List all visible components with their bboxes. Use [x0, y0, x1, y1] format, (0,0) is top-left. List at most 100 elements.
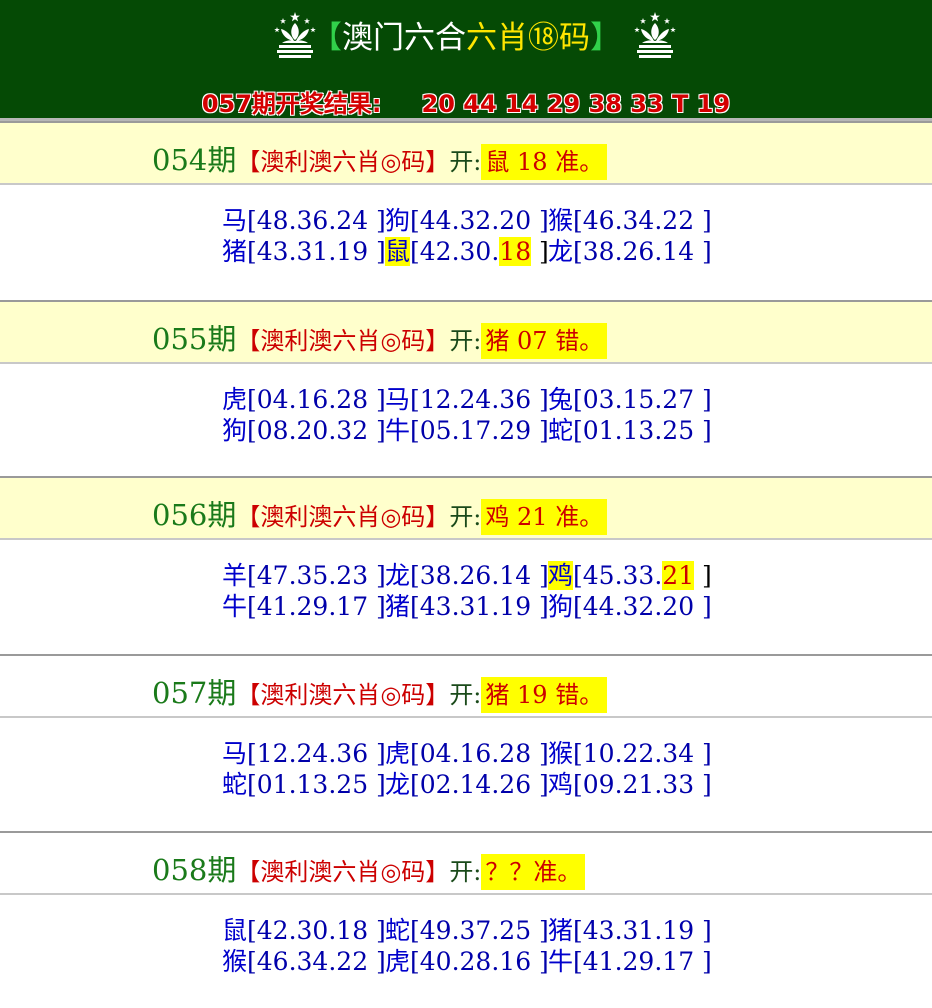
prediction-cell: 蛇[49.37.25 ] [385, 915, 549, 946]
zodiac-name: 兔 [548, 385, 574, 414]
zodiac-name: 猪 [222, 237, 248, 266]
zodiac-numbers: [01.13.25 ] [247, 770, 386, 799]
zodiac-name: 鼠 [385, 237, 411, 266]
zodiac-name: 马 [222, 739, 248, 768]
zodiac-name: 羊 [222, 561, 248, 590]
prediction-cell: 马[12.24.36 ] [222, 738, 386, 769]
zodiac-numbers: [43.31.19 ] [573, 916, 712, 945]
prediction-row: 蛇[01.13.25 ]龙[02.14.26 ]鸡[09.21.33 ] [222, 769, 712, 800]
zodiac-numbers: [40.28.16 ] [410, 947, 549, 976]
prediction-row: 猴[46.34.22 ]虎[40.28.16 ]牛[41.29.17 ] [222, 946, 712, 977]
period-header: 056期【澳利澳六肖◎码】开: 鸡 21 准。 [0, 476, 932, 540]
result-numbers: 20 44 14 29 38 33 T 19 [421, 90, 731, 118]
zodiac-numbers: [12.24.36 ] [247, 739, 386, 768]
prediction-cell: 龙[02.14.26 ] [385, 769, 549, 800]
page-header: 【澳门六合六肖⑱码】 057期开奖结果: 20 44 14 29 38 33 T … [0, 0, 932, 121]
zodiac-name: 龙 [385, 770, 411, 799]
title-left-bracket: 【 [311, 20, 342, 56]
period-header: 055期【澳利澳六肖◎码】开: 猪 07 错。 [0, 300, 932, 364]
period-open-label: 开: [449, 681, 482, 709]
zodiac-name: 猪 [385, 592, 411, 621]
period-header: 058期【澳利澳六肖◎码】开: ？？准。 [0, 831, 932, 895]
period-title: 057期【澳利澳六肖◎码】开: 猪 19 错。 [152, 670, 608, 713]
zodiac-name: 狗 [385, 206, 411, 235]
zodiac-numbers: [44.32.20 ] [410, 206, 549, 235]
zodiac-name: 猴 [548, 739, 574, 768]
prediction-cell: 牛[05.17.29 ] [385, 415, 549, 446]
prediction-cell: 鼠[42.30.18 ] [385, 236, 549, 267]
prediction-cell: 鼠[42.30.18 ] [222, 915, 386, 946]
zodiac-numbers: [08.20.32 ] [247, 416, 386, 445]
period-title: 056期【澳利澳六肖◎码】开: 鸡 21 准。 [152, 492, 608, 535]
period-title: 054期【澳利澳六肖◎码】开: 鼠 18 准。 [152, 137, 608, 180]
zodiac-numbers: [45.33. [573, 561, 663, 590]
prediction-cell: 龙[38.26.14 ] [548, 236, 712, 267]
zodiac-numbers: [05.17.29 ] [410, 416, 549, 445]
prediction-cell: 兔[03.15.27 ] [548, 384, 712, 415]
zodiac-numbers: [02.14.26 ] [410, 770, 549, 799]
prediction-grid: 虎[04.16.28 ]马[12.24.36 ]兔[03.15.27 ] 狗[08… [222, 384, 712, 446]
prediction-row: 马[12.24.36 ]虎[04.16.28 ]猴[10.22.34 ] [222, 738, 712, 769]
prediction-grid: 鼠[42.30.18 ]蛇[49.37.25 ]猪[43.31.19 ] 猴[46… [222, 915, 712, 977]
zodiac-name: 猴 [222, 947, 248, 976]
zodiac-name: 猪 [548, 916, 574, 945]
zodiac-name: 牛 [385, 416, 411, 445]
hit-number: 18 [499, 237, 532, 266]
prediction-cell: 牛[41.29.17 ] [222, 591, 386, 622]
page-title: 【澳门六合六肖⑱码】 [0, 12, 932, 57]
zodiac-name: 鸡 [548, 770, 574, 799]
zodiac-name: 猴 [548, 206, 574, 235]
zodiac-numbers: [41.29.17 ] [573, 947, 712, 976]
zodiac-numbers: [10.22.34 ] [573, 739, 712, 768]
zodiac-numbers: [48.36.24 ] [247, 206, 386, 235]
prediction-row: 狗[08.20.32 ]牛[05.17.29 ]蛇[01.13.25 ] [222, 415, 712, 446]
period-result: 鸡 21 准。 [481, 499, 608, 535]
prediction-cell: 猴[10.22.34 ] [548, 738, 712, 769]
macau-emblem-icon [634, 12, 676, 58]
title-part2: 六肖⑱码 [466, 20, 590, 56]
zodiac-name: 龙 [548, 237, 574, 266]
prediction-cell: 牛[41.29.17 ] [548, 946, 712, 977]
period-open-label: 开: [449, 148, 482, 176]
title-right-bracket: 】 [590, 20, 621, 56]
zodiac-name: 马 [222, 206, 248, 235]
prediction-cell: 猪[43.31.19 ] [548, 915, 712, 946]
prediction-cell: 猪[43.31.19 ] [385, 591, 549, 622]
prediction-cell: 马[48.36.24 ] [222, 205, 386, 236]
zodiac-numbers: [42.30.18 ] [247, 916, 386, 945]
prediction-cell: 猴[46.34.22 ] [548, 205, 712, 236]
prediction-grid: 马[48.36.24 ]狗[44.32.20 ]猴[46.34.22 ] 猪[43… [222, 205, 712, 267]
zodiac-name: 鼠 [222, 916, 248, 945]
zodiac-numbers: [09.21.33 ] [573, 770, 712, 799]
title-part1: 澳门六合 [342, 20, 466, 56]
prediction-cell: 猪[43.31.19 ] [222, 236, 386, 267]
zodiac-name: 牛 [548, 947, 574, 976]
prediction-grid: 羊[47.35.23 ]龙[38.26.14 ]鸡[45.33.21 ] 牛[41… [222, 560, 712, 622]
zodiac-name: 马 [385, 385, 411, 414]
zodiac-name: 牛 [222, 592, 248, 621]
period-label: 【澳利澳六肖◎码】 [236, 503, 450, 531]
period-label: 【澳利澳六肖◎码】 [236, 148, 450, 176]
zodiac-numbers: [41.29.17 ] [247, 592, 386, 621]
bracket-close: ] [531, 237, 549, 266]
zodiac-numbers: [44.32.20 ] [573, 592, 712, 621]
zodiac-name: 虎 [385, 739, 411, 768]
zodiac-numbers: [43.31.19 ] [410, 592, 549, 621]
zodiac-numbers: [47.35.23 ] [247, 561, 386, 590]
zodiac-name: 龙 [385, 561, 411, 590]
hit-number: 21 [662, 561, 695, 590]
zodiac-numbers: [38.26.14 ] [573, 237, 712, 266]
prediction-cell: 蛇[01.13.25 ] [548, 415, 712, 446]
period-number: 057期 [152, 676, 237, 710]
prediction-cell: 狗[44.32.20 ] [385, 205, 549, 236]
prediction-cell: 猴[46.34.22 ] [222, 946, 386, 977]
prediction-cell: 蛇[01.13.25 ] [222, 769, 386, 800]
zodiac-numbers: [46.34.22 ] [573, 206, 712, 235]
prediction-cell: 狗[44.32.20 ] [548, 591, 712, 622]
period-title: 058期【澳利澳六肖◎码】开: ？？准。 [152, 847, 586, 890]
zodiac-numbers: [12.24.36 ] [410, 385, 549, 414]
bracket-close: ] [694, 561, 712, 590]
period-number: 054期 [152, 143, 237, 177]
prediction-cell: 虎[04.16.28 ] [385, 738, 549, 769]
zodiac-name: 鸡 [548, 561, 574, 590]
